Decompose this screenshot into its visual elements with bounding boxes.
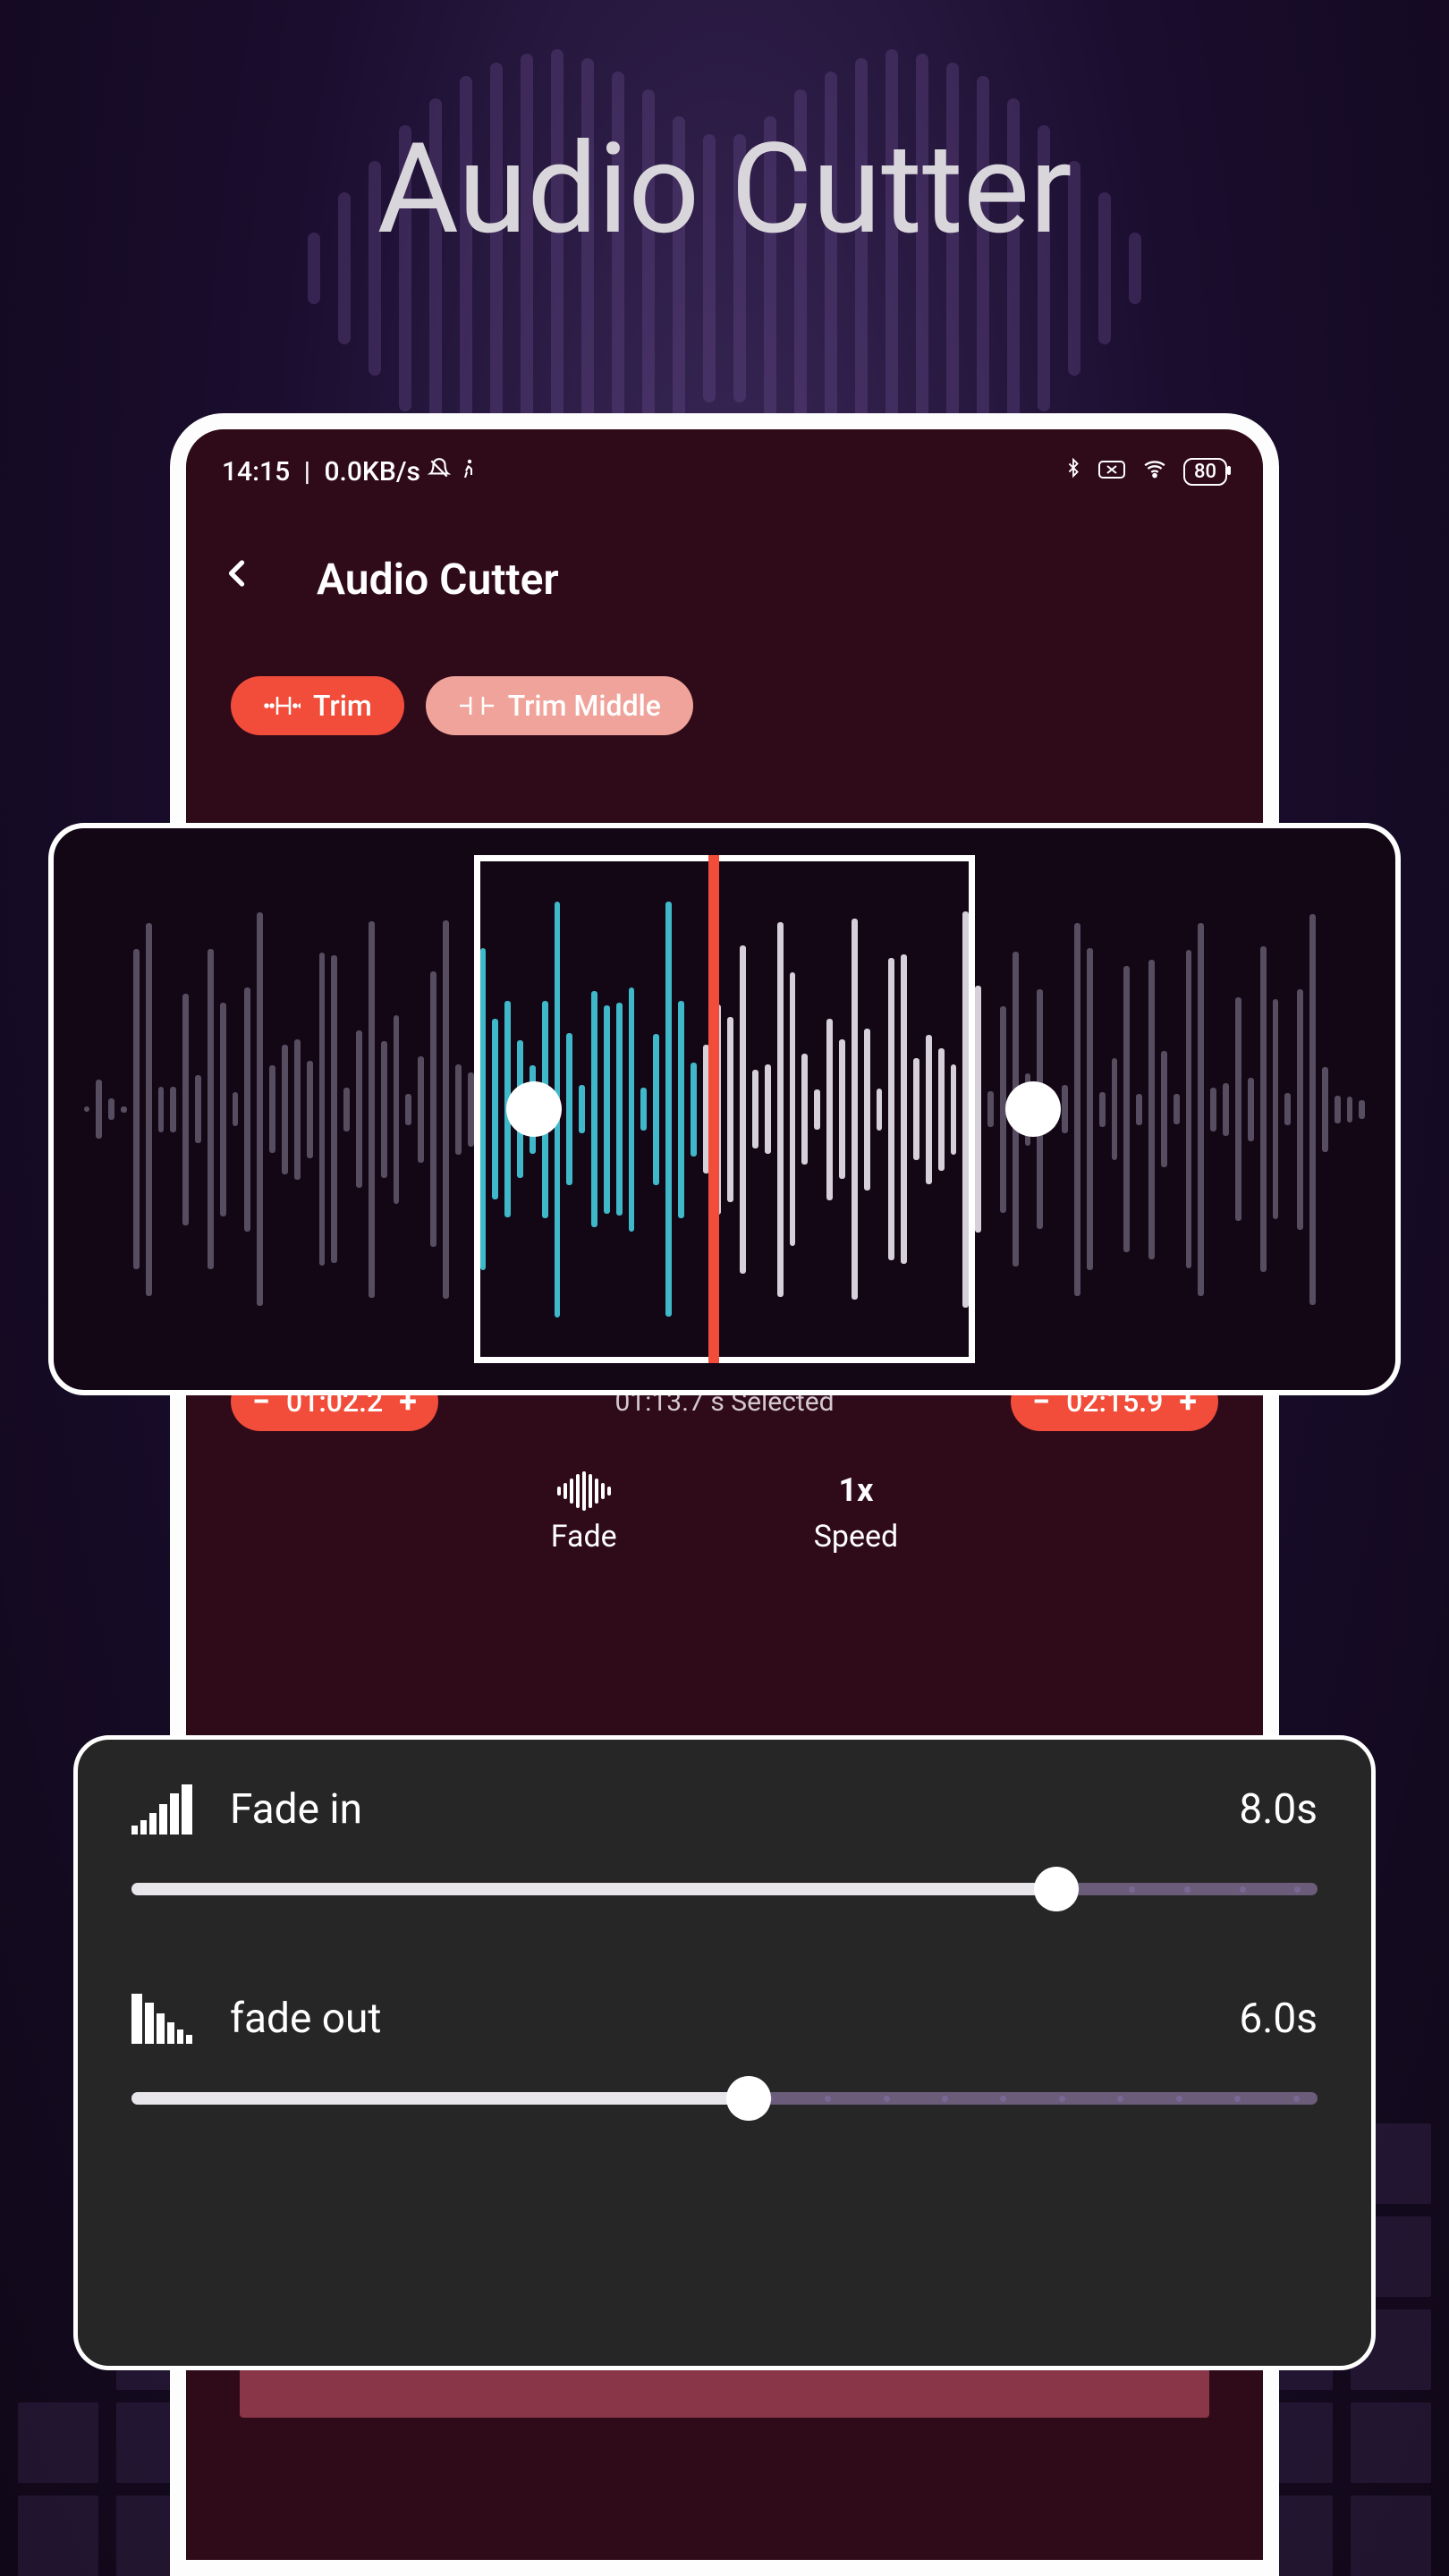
speed-value: 1x (838, 1470, 873, 1510)
tab-trim-middle[interactable]: Trim Middle (426, 676, 693, 735)
activity-icon (458, 456, 479, 487)
fade-out-icon (131, 1994, 194, 2044)
fade-out-label: fade out (230, 1995, 381, 2043)
app-title: Audio Cutter (317, 554, 559, 605)
playhead[interactable] (708, 855, 719, 1363)
fade-panel: Fade in 8.0s fade out 6.0s (73, 1735, 1376, 2370)
app-header: Audio Cutter (186, 499, 1263, 640)
page-title: Audio Cutter (0, 116, 1449, 263)
status-time: 14:15 (222, 456, 290, 487)
no-sim-icon (1097, 456, 1126, 487)
fade-out-value: 6.0s (1239, 1995, 1318, 2043)
selection-handle-right[interactable] (1005, 1081, 1061, 1137)
trim-middle-icon (458, 694, 496, 717)
tab-bar: Trim Trim Middle (186, 640, 1263, 762)
status-bar: 14:15 | 0.0KB/s 80 (186, 429, 1263, 499)
status-network: 0.0KB/s (325, 456, 420, 487)
fade-out-slider-thumb[interactable] (726, 2076, 771, 2121)
fade-button[interactable]: Fade (551, 1470, 617, 1555)
fade-in-row: Fade in 8.0s (131, 1784, 1318, 1895)
battery-indicator: 80 (1183, 458, 1227, 486)
back-button[interactable] (213, 544, 263, 614)
waveform-editor[interactable] (48, 823, 1401, 1395)
fade-icon (555, 1470, 612, 1510)
wifi-icon (1140, 456, 1169, 487)
tab-trim[interactable]: Trim (231, 676, 404, 735)
fade-in-icon (131, 1784, 194, 1835)
speed-label: Speed (814, 1519, 899, 1555)
tab-trim-middle-label: Trim Middle (508, 689, 661, 723)
tab-trim-label: Trim (313, 689, 372, 723)
fade-in-slider-thumb[interactable] (1034, 1867, 1079, 1911)
mute-icon (428, 457, 451, 487)
bluetooth-icon (1063, 454, 1083, 488)
fade-in-value: 8.0s (1239, 1785, 1318, 1834)
fade-label: Fade (551, 1519, 617, 1555)
fade-out-row: fade out 6.0s (131, 1994, 1318, 2105)
fade-out-slider[interactable] (131, 2092, 1318, 2105)
fade-in-slider[interactable] (131, 1883, 1318, 1895)
trim-icon (263, 694, 301, 717)
speed-button[interactable]: 1x Speed (814, 1470, 899, 1555)
fade-in-label: Fade in (230, 1785, 362, 1834)
selection-handle-left[interactable] (506, 1081, 562, 1137)
effect-controls: Fade 1x Speed (186, 1440, 1263, 1572)
